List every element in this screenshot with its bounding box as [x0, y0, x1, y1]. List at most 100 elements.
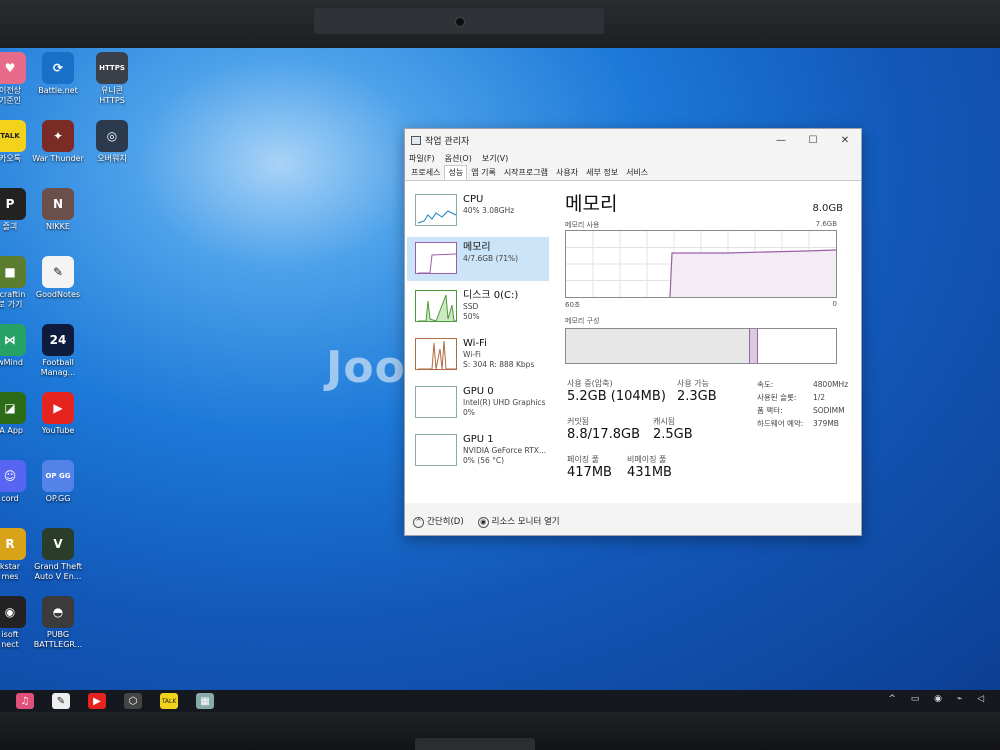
- tab-app-history[interactable]: 앱 기록: [467, 165, 500, 180]
- disk-thumbnail: [415, 290, 457, 322]
- menu-file[interactable]: 파일(F): [409, 153, 435, 164]
- desktop-icon-20[interactable]: ◓ PUBG BATTLEGR...: [28, 596, 88, 650]
- sidebar-item-label: CPU: [463, 194, 484, 205]
- sidebar-item-label: GPU 1: [463, 434, 494, 445]
- app-icon: ⟳: [42, 52, 74, 84]
- taskbar-itunes-icon[interactable]: ♫: [16, 693, 34, 709]
- paged-pool-value: 417MB: [567, 465, 612, 480]
- app-icon: ■: [0, 256, 26, 288]
- desktop-icon-16[interactable]: OP GG OP.GG: [28, 460, 88, 504]
- desktop-icon-14[interactable]: ▶ YouTube: [28, 392, 88, 436]
- form-factor-value: SODIMM: [813, 406, 845, 415]
- available-label: 사용 가능: [677, 379, 709, 388]
- app-icon: P: [0, 188, 26, 220]
- sidebar-item-sub: Wi-Fi: [463, 350, 481, 359]
- footer: ^ 간단히(D) ◉ 리소스 모니터 열기: [405, 507, 861, 535]
- app-icon: ◉: [0, 596, 26, 628]
- taskbar-app-icon[interactable]: ⬡: [124, 693, 142, 709]
- maximize-button[interactable]: ☐: [797, 135, 829, 146]
- sidebar-item-sub2: 0%: [463, 408, 475, 417]
- composition-modified: [749, 329, 758, 363]
- memory-details: 속도: 4800MHz 사용된 슬롯: 1/2 폼 팩터: SODIMM 하드웨어 예…: [757, 378, 861, 430]
- app-icon: ▶: [42, 392, 74, 424]
- tab-users[interactable]: 사용자: [552, 165, 582, 180]
- desktop-icon-10[interactable]: ✎ GoodNotes: [28, 256, 88, 300]
- desktop-icon-12[interactable]: 24 Football Manag...: [28, 324, 88, 378]
- taskbar-kakaotalk-icon[interactable]: TALK: [160, 693, 178, 709]
- desktop-icon-2[interactable]: ⟳ Battle.net: [28, 52, 88, 96]
- tab-services[interactable]: 서비스: [622, 165, 652, 180]
- sidebar-item-gpu1[interactable]: GPU 1 NVIDIA GeForce RTX... 0% (56 °C): [407, 429, 549, 473]
- desktop-icon-18[interactable]: V Grand Theft Auto V En...: [28, 528, 88, 582]
- system-tray[interactable]: ^ ▭ ◉ ⌁ ◁: [888, 694, 990, 704]
- resource-monitor-link[interactable]: ◉ 리소스 모니터 열기: [477, 515, 560, 528]
- sidebar-item-wifi[interactable]: Wi-Fi Wi-Fi S: 304 R: 888 Kbps: [407, 333, 549, 377]
- cpu-thumbnail: [415, 194, 457, 226]
- desktop-icon-6[interactable]: ◎ 오버워치: [82, 120, 142, 164]
- sidebar-item-sub2: 0% (56 °C): [463, 456, 505, 465]
- app-icon: ◪: [0, 392, 26, 424]
- task-manager-icon: [411, 135, 421, 145]
- composition-label: 메모리 구성: [565, 317, 600, 325]
- app-icon: TALK: [0, 120, 26, 152]
- webcam-icon: [455, 17, 465, 27]
- desktop-icon-3[interactable]: HTTPS 유니콘 HTTPS: [82, 52, 142, 106]
- sidebar-item-gpu0[interactable]: GPU 0 Intel(R) UHD Graphics 0%: [407, 381, 549, 425]
- resource-list: CPU 40% 3.08GHz 메모리 4/7.6GB (71%) 디스크 0(…: [407, 189, 549, 477]
- desktop-icon-label: Battle.net: [38, 86, 78, 95]
- desktop-icon-label: GoodNotes: [35, 290, 81, 299]
- monitor-bezel-top: [0, 0, 1000, 48]
- performance-panel: CPU 40% 3.08GHz 메모리 4/7.6GB (71%) 디스크 0(…: [405, 181, 861, 503]
- app-icon: ✎: [42, 256, 74, 288]
- task-manager-window[interactable]: 작업 관리자 — ☐ ✕ 파일(F) 옵션(O) 보기(V) 프로세스 성능 앱…: [404, 128, 862, 536]
- app-icon: V: [42, 528, 74, 560]
- sidebar-item-sub: Intel(R) UHD Graphics: [463, 398, 546, 407]
- tab-bar: 프로세스 성능 앱 기록 시작프로그램 사용자 세부 정보 서비스: [405, 165, 861, 181]
- desktop-icon-5[interactable]: ✦ War Thunder: [28, 120, 88, 164]
- usage-graph-max: 7.6GB: [815, 220, 837, 228]
- title-bar[interactable]: 작업 관리자 — ☐ ✕: [405, 129, 861, 151]
- chevron-up-icon: ^: [413, 516, 424, 528]
- slots-label: 사용된 슬롯:: [757, 393, 797, 402]
- desktop-icon-label: War Thunder: [32, 154, 84, 163]
- sidebar-item-disk[interactable]: 디스크 0(C:) SSD 50%: [407, 285, 549, 329]
- resource-monitor-label: 리소스 모니터 열기: [491, 516, 560, 527]
- taskbar-task-manager-icon[interactable]: ▦: [196, 693, 214, 709]
- memory-detail-panel: 메모리 8.0GB 메모리 사용 7.6GB 60초 0 메모리 구성 사용 중…: [565, 189, 855, 498]
- menu-view[interactable]: 보기(V): [482, 153, 508, 164]
- collapse-button[interactable]: ^ 간단히(D): [413, 515, 464, 528]
- app-icon: N: [42, 188, 74, 220]
- close-button[interactable]: ✕: [829, 135, 861, 146]
- collapse-label: 간단히(D): [427, 516, 464, 527]
- memory-stats: 사용 중(압축) 5.2GB (104MB) 사용 가능 2.3GB 커밋됨 8…: [565, 378, 855, 498]
- gpu0-thumbnail: [415, 386, 457, 418]
- app-icon: ✦: [42, 120, 74, 152]
- minimize-button[interactable]: —: [765, 135, 797, 146]
- tab-startup[interactable]: 시작프로그램: [500, 165, 552, 180]
- tab-processes[interactable]: 프로세스: [407, 165, 444, 180]
- app-icon: ♥: [0, 52, 26, 84]
- tab-details[interactable]: 세부 정보: [582, 165, 622, 180]
- memory-total: 8.0GB: [812, 203, 843, 214]
- sidebar-item-sub: SSD: [463, 302, 479, 311]
- tab-performance[interactable]: 성능: [444, 165, 468, 180]
- wifi-thumbnail: [415, 338, 457, 370]
- menu-options[interactable]: 옵션(O): [445, 153, 472, 164]
- desktop-icon-8[interactable]: N NIKKE: [28, 188, 88, 232]
- desktop-icon-label: Grand Theft Auto V En...: [34, 562, 82, 581]
- taskbar-youtube-icon[interactable]: ▶: [88, 693, 106, 709]
- taskbar-notes-icon[interactable]: ✎: [52, 693, 70, 709]
- nonpaged-pool-label: 비페이징 풀: [627, 455, 667, 464]
- desktop-icon-label: PUBG BATTLEGR...: [33, 630, 83, 649]
- sidebar-item-sub: 4/7.6GB (71%): [463, 254, 519, 263]
- cached-value: 2.5GB: [653, 427, 693, 442]
- sidebar-item-cpu[interactable]: CPU 40% 3.08GHz: [407, 189, 549, 233]
- memory-composition-bar: [565, 328, 837, 364]
- speed-label: 속도:: [757, 380, 774, 389]
- nonpaged-pool-value: 431MB: [627, 465, 672, 480]
- sidebar-item-memory[interactable]: 메모리 4/7.6GB (71%): [407, 237, 549, 281]
- menu-bar: 파일(F) 옵션(O) 보기(V): [405, 151, 861, 165]
- composition-in-use: [566, 329, 750, 363]
- sidebar-item-label: GPU 0: [463, 386, 494, 397]
- usage-area: [566, 250, 836, 297]
